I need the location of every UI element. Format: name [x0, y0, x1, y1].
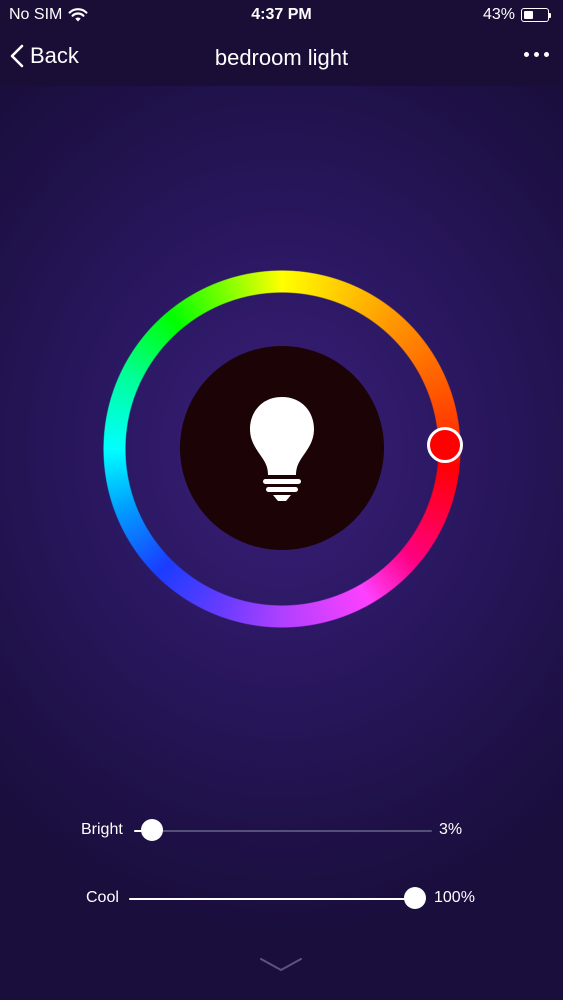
- battery-fill: [524, 11, 533, 19]
- battery-indicator: 43%: [483, 6, 551, 24]
- battery-icon: [521, 8, 549, 22]
- chevron-down-icon[interactable]: [259, 955, 303, 975]
- battery-percent: 43%: [482, 6, 515, 23]
- cool-slider-handle[interactable]: [404, 887, 426, 909]
- color-temperature-slider-row: Cool 100%: [0, 884, 563, 914]
- brightness-label: Bright: [81, 821, 123, 838]
- battery-tip: [549, 12, 551, 18]
- status-time: 4:37 PM: [251, 6, 312, 23]
- brightness-value: 3%: [439, 821, 463, 838]
- color-wheel[interactable]: [103, 270, 463, 628]
- page-title: bedroom light: [214, 45, 349, 70]
- bulb-toggle[interactable]: [180, 346, 384, 550]
- cool-value: 100%: [434, 889, 475, 906]
- color-picker-handle[interactable]: [427, 427, 463, 463]
- cool-label: Cool: [86, 889, 119, 906]
- brightness-slider-row: Bright 3%: [0, 816, 563, 846]
- status-bar: No SIM 4:37 PM 43%: [0, 0, 563, 30]
- navigation-bar: Back bedroom light: [0, 30, 563, 86]
- brightness-track[interactable]: [134, 830, 432, 832]
- cool-fill: [129, 898, 415, 900]
- lightbulb-icon: [250, 397, 314, 501]
- brightness-slider-handle[interactable]: [140, 819, 163, 841]
- more-options-icon[interactable]: [524, 52, 549, 57]
